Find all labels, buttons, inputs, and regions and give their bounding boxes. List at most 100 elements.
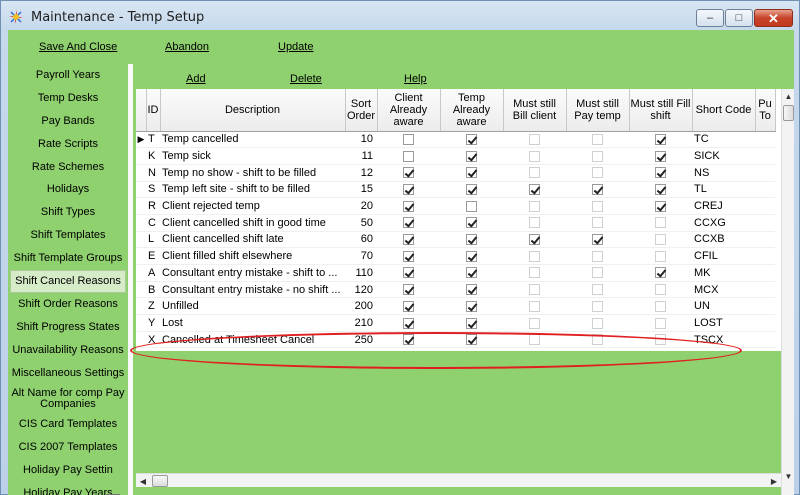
checkbox[interactable] (529, 300, 540, 312)
checkbox[interactable] (592, 267, 603, 279)
checkbox[interactable] (466, 267, 477, 279)
sidebar-item[interactable]: Rate Scripts (8, 133, 128, 156)
checkbox[interactable] (403, 267, 414, 279)
short-code-cell[interactable]: MK (692, 264, 755, 282)
table-row[interactable]: Y Lost 210 LOST (136, 314, 775, 332)
checkbox[interactable] (403, 133, 414, 145)
checkbox[interactable] (403, 250, 414, 262)
description-cell[interactable]: Client cancelled shift in good time (160, 214, 345, 232)
checkbox[interactable] (466, 184, 477, 195)
sort-order-cell[interactable]: 10 (345, 131, 377, 149)
checkbox[interactable] (655, 167, 666, 179)
table-row[interactable]: E Client filled shift elsewhere 70 CFIL (136, 247, 775, 265)
id-cell[interactable]: R (146, 197, 160, 215)
column-header[interactable]: Short Code (692, 89, 756, 132)
table-row[interactable]: S Temp left site - shift to be filled 15 TL (136, 181, 775, 199)
column-header[interactable]: Client Already aware (377, 89, 441, 132)
id-cell[interactable]: L (146, 231, 160, 249)
sidebar-item[interactable]: Rate Schemes (8, 156, 128, 179)
sidebar-item[interactable]: Miscellaneous Settings (8, 362, 128, 385)
short-code-cell[interactable]: MCX (692, 281, 755, 299)
column-header[interactable]: Sort Order (345, 89, 378, 132)
table-row[interactable]: N Temp no show - shift to be filled 12 NS (136, 164, 775, 182)
sort-order-cell[interactable]: 20 (345, 197, 377, 215)
checkbox[interactable] (655, 150, 666, 162)
checkbox[interactable] (655, 250, 666, 262)
checkbox[interactable] (403, 167, 414, 179)
checkbox[interactable] (529, 250, 540, 262)
id-cell[interactable]: Z (146, 297, 160, 316)
scroll-down-icon[interactable]: ▼ (782, 469, 795, 483)
description-cell[interactable]: Client rejected temp (160, 197, 345, 215)
sort-order-cell[interactable]: 50 (345, 214, 377, 232)
help-link[interactable]: Help (404, 73, 427, 85)
update-link[interactable]: Update (278, 41, 313, 53)
checkbox[interactable] (655, 300, 666, 312)
checkbox[interactable] (592, 150, 603, 162)
sidebar-item[interactable]: Temp Desks (8, 87, 128, 110)
description-cell[interactable]: Temp cancelled (160, 131, 345, 149)
checkbox[interactable] (529, 267, 540, 279)
sidebar-item[interactable]: Shift Progress States (8, 316, 128, 339)
checkbox[interactable] (529, 234, 540, 246)
checkbox[interactable] (403, 317, 414, 329)
scroll-left-icon[interactable]: ◀ (136, 474, 150, 488)
checkbox[interactable] (529, 133, 540, 145)
checkbox[interactable] (592, 250, 603, 262)
table-row[interactable]: Z Unfilled 200 UN (136, 297, 775, 316)
short-code-cell[interactable]: NS (692, 164, 755, 182)
grid-vertical-scrollbar[interactable]: ▲ ▼ (781, 89, 794, 495)
description-cell[interactable]: Unfilled (160, 297, 345, 316)
short-code-cell[interactable]: SICK (692, 147, 755, 165)
sidebar-item[interactable]: CIS 2007 Templates (8, 436, 128, 459)
sidebar-item[interactable]: Unavailability Reasons (8, 339, 128, 362)
checkbox[interactable] (403, 150, 414, 162)
grid-horizontal-scrollbar[interactable]: ◀ ▶ (136, 473, 781, 487)
checkbox[interactable] (466, 133, 477, 145)
description-cell[interactable]: Consultant entry mistake - shift to ... (160, 264, 345, 282)
checkbox[interactable] (655, 133, 666, 145)
abandon-link[interactable]: Abandon (165, 41, 209, 53)
column-header[interactable]: Must still Fill shift (629, 89, 693, 132)
checkbox[interactable] (592, 284, 603, 296)
checkbox[interactable] (466, 167, 477, 179)
id-cell[interactable]: S (146, 181, 160, 199)
sidebar-item[interactable]: Shift Template Groups (8, 247, 128, 270)
sidebar-item[interactable]: Pay Bands (8, 110, 128, 133)
checkbox[interactable] (466, 250, 477, 262)
table-row[interactable]: R Client rejected temp 20 CREJ (136, 197, 775, 215)
table-row[interactable]: B Consultant entry mistake - no shift ...… (136, 281, 775, 299)
short-code-cell[interactable]: TC (692, 131, 755, 149)
checkbox[interactable] (592, 234, 603, 246)
delete-link[interactable]: Delete (290, 73, 322, 85)
checkbox[interactable] (466, 317, 477, 329)
close-button[interactable]: ✕ (754, 9, 793, 27)
checkbox[interactable] (655, 284, 666, 296)
column-header[interactable]: Must still Bill client (503, 89, 567, 132)
checkbox[interactable] (403, 184, 414, 195)
column-header[interactable]: Temp Already aware (440, 89, 504, 132)
checkbox[interactable] (466, 300, 477, 312)
table-row[interactable]: ▶ T Temp cancelled 10 TC (136, 131, 775, 149)
add-link[interactable]: Add (186, 73, 206, 85)
checkbox[interactable] (529, 167, 540, 179)
minimize-button[interactable]: – (696, 9, 724, 27)
short-code-cell[interactable]: TL (692, 181, 755, 199)
description-cell[interactable]: Client filled shift elsewhere (160, 247, 345, 265)
table-row[interactable]: C Client cancelled shift in good time 50 CC… (136, 214, 775, 232)
sidebar-item[interactable]: CIS Card Templates (8, 413, 128, 436)
short-code-cell[interactable]: CFIL (692, 247, 755, 265)
sort-order-cell[interactable]: 210 (345, 314, 377, 332)
column-header[interactable]: Description (160, 89, 346, 132)
horizontal-scroll-thumb[interactable] (152, 475, 168, 487)
description-cell[interactable]: Lost (160, 314, 345, 332)
checkbox[interactable] (529, 150, 540, 162)
title-bar[interactable]: Maintenance - Temp Setup – □ ✕ (1, 1, 799, 30)
description-cell[interactable]: Consultant entry mistake - no shift ... (160, 281, 345, 299)
checkbox[interactable] (466, 284, 477, 296)
checkbox[interactable] (655, 200, 666, 212)
id-cell[interactable]: T (146, 131, 160, 149)
checkbox[interactable] (592, 317, 603, 329)
column-header[interactable]: ID (146, 89, 161, 132)
checkbox[interactable] (592, 217, 603, 229)
